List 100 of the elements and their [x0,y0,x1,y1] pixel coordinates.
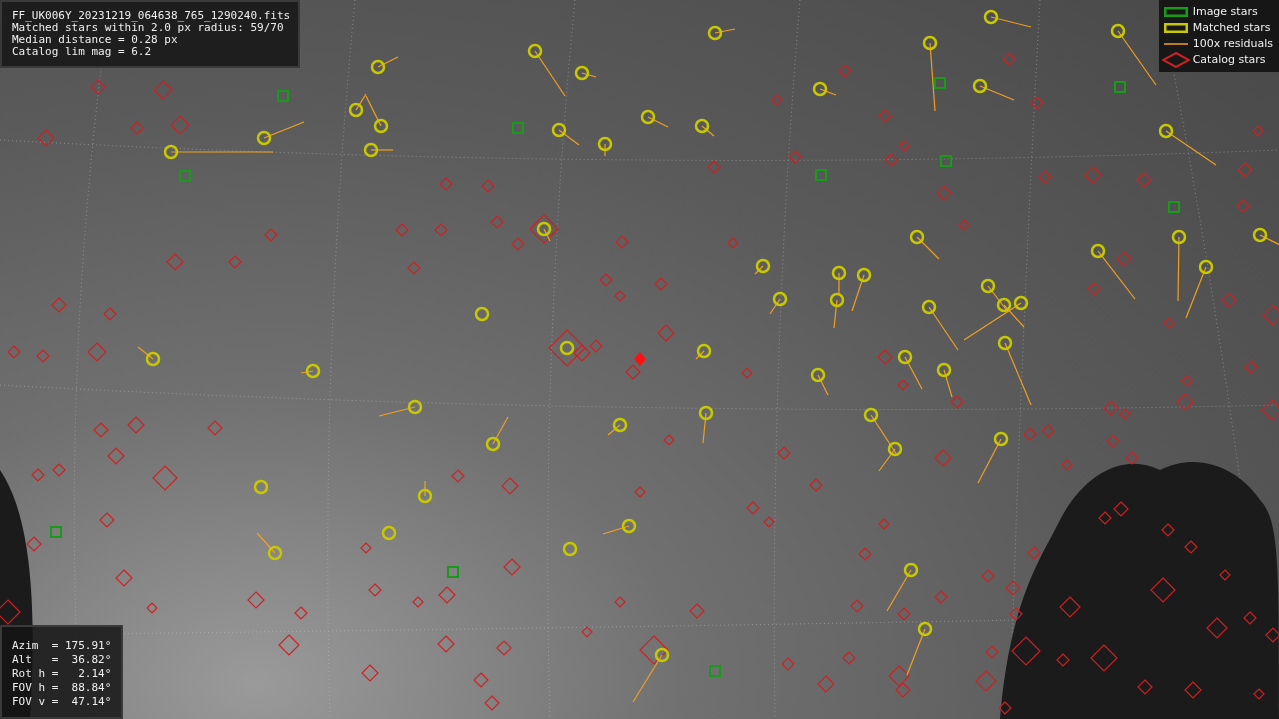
matched-star-marker [812,81,837,97]
catalog-star-marker [1059,596,1081,618]
matched-star-marker [1252,227,1279,246]
matched-star-marker [536,221,552,242]
catalog-star-marker [247,591,265,609]
catalog-star-marker [395,223,409,237]
catalog-star-marker [103,307,117,321]
catalog-star-marker [473,672,489,688]
catalog-star-marker [90,79,106,95]
catalog-star-marker [1236,199,1250,213]
matched-star-marker [1090,243,1136,300]
catalog-star-marker [1150,577,1176,603]
catalog-star-marker [634,486,646,498]
catalog-star-marker [877,349,893,365]
catalog-star-marker [897,379,909,391]
catalog-star-marker [1184,681,1202,699]
matched-star-marker [527,43,566,97]
legend-label: 100x residuals [1192,38,1273,50]
catalog-star-marker [1106,434,1120,448]
legend-label: Image stars [1192,6,1258,18]
catalog-star-marker [1261,399,1279,421]
matched-star-marker [632,647,670,703]
catalog-star-marker [934,449,952,467]
catalog-star-marker [152,465,178,491]
catalog-star-marker [87,342,107,362]
catalog-star-marker [625,364,641,380]
info-text: Median distance = 0.28 px [12,34,179,46]
catalog-star-marker [615,235,629,249]
catalog-star-marker [657,324,675,342]
catalog-star-marker [895,682,911,698]
matched-star-marker [707,25,736,41]
catalog-star-marker [1136,172,1152,188]
catalog-star-marker [581,626,593,638]
catalog-star-marker [146,602,158,614]
catalog-star-marker [1005,580,1021,596]
diamond-icon [1161,52,1190,68]
catalog-star-marker [1103,400,1119,416]
catalog-star-marker [1262,304,1279,326]
catalog-star-marker [934,590,948,604]
catalog-star-marker [264,228,278,242]
catalog-star-marker [781,657,795,671]
residual-line-icon [1163,43,1188,45]
catalog-star-marker [361,664,379,682]
catalog-star-marker [707,160,721,174]
catalog-star-marker [1125,451,1139,465]
catalog-star-marker [1265,627,1279,643]
catalog-star-marker [434,223,448,237]
catalog-star-marker [809,478,823,492]
catalog-star-marker [1163,317,1175,329]
matched-star-marker [936,362,953,398]
catalog-star-marker [838,64,852,78]
matched-star-marker [909,229,940,260]
catalog-star-marker [115,569,133,587]
pointing-text: FOV h = 88.84° [12,681,112,695]
catalog-star-marker [130,121,144,135]
catalog-star-marker [897,607,911,621]
catalog-star-marker [484,695,500,711]
catalog-star-marker [437,635,455,653]
matched-star-marker [363,142,394,158]
catalog-star-marker [26,536,42,552]
matched-star-marker [551,122,580,146]
pointing-text: Alt = 36.82° [12,653,112,667]
catalog-star-marker [1113,501,1129,517]
catalog-star-marker [360,542,372,554]
catalog-star-marker [438,586,456,604]
catalog-star-marker [589,339,603,353]
catalog-star-marker [771,94,783,106]
catalog-star-marker [936,185,952,201]
catalog-star-marker [777,446,791,460]
matched-star-marker [417,480,433,504]
catalog-star-marker [858,547,872,561]
pointing-text: Rot h = 2.14° [12,667,112,681]
legend-label: Catalog stars [1192,54,1266,66]
catalog-star-marker [407,261,421,275]
catalog-star-marker [689,603,705,619]
catalog-star-marker [107,447,125,465]
catalog-star-marker [294,606,308,620]
catalog-star-marker [7,345,21,359]
matched-star-marker [906,621,933,676]
catalog-star-marker [639,635,669,665]
catalog-star-marker [788,150,802,164]
matched-star-marker [851,267,872,312]
catalog-star-marker [412,596,424,608]
catalog-star-marker [31,468,45,482]
catalog-star-marker [663,434,675,446]
matched-star-marker [370,56,399,75]
catalog-star-marker [1087,282,1101,296]
catalog-star-marker [1184,540,1198,554]
catalog-star-marker [1009,607,1023,621]
catalog-star-marker [1119,408,1131,420]
matched-star-marker [977,431,1009,484]
catalog-star-marker [501,477,519,495]
catalog-star-marker [1244,360,1258,374]
matched-star-marker [886,562,919,612]
matched-star-marker [831,265,847,294]
catalog-star-marker [511,237,525,251]
catalog-star-marker [1011,636,1041,666]
catalog-star-marker [975,670,997,692]
matched-star-marker [769,291,788,315]
matched-star-marker [1110,23,1157,86]
